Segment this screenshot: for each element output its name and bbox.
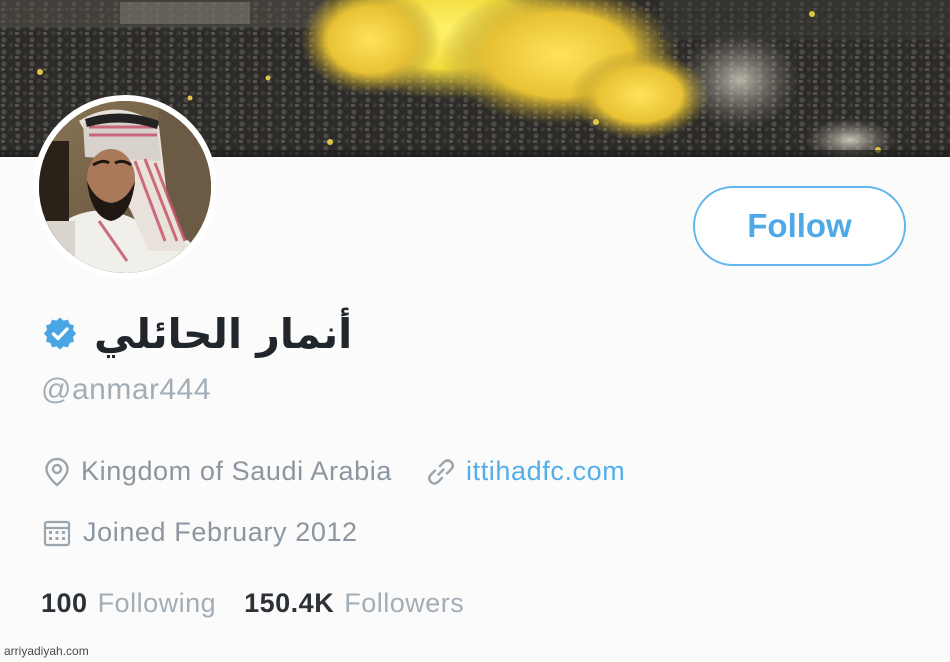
location-pin-icon — [45, 457, 69, 487]
following-label: Following — [97, 588, 217, 618]
follow-button[interactable]: Follow — [693, 186, 906, 266]
joined-text: Joined February 2012 — [83, 517, 358, 547]
link-icon — [428, 458, 454, 485]
followers-count: 150.4K — [244, 588, 335, 618]
display-name: أنمار الحائلي — [94, 310, 353, 358]
follow-stats: 100 Following 150.4K Followers — [41, 588, 464, 619]
followers-label: Followers — [344, 588, 465, 618]
following-stat[interactable]: 100 Following — [41, 588, 216, 619]
verified-badge-icon — [42, 316, 78, 352]
joined-row: Joined February 2012 — [43, 517, 358, 548]
website-link[interactable]: ittihadfc.com — [426, 456, 625, 487]
following-count: 100 — [41, 588, 88, 618]
calendar-icon — [43, 520, 71, 546]
avatar-photo — [39, 101, 211, 273]
followers-stat[interactable]: 150.4K Followers — [244, 588, 464, 619]
profile-name-row: أنمار الحائلي — [42, 304, 352, 364]
username-handle: @anmar444 — [41, 373, 212, 406]
source-watermark: arriyadiyah.com — [4, 644, 89, 658]
website-text[interactable]: ittihadfc.com — [466, 456, 625, 487]
location-text: Kingdom of Saudi Arabia — [81, 456, 392, 486]
profile-meta-row: Kingdom of Saudi Arabia ittihadfc.com — [44, 456, 625, 487]
avatar[interactable] — [33, 95, 217, 279]
